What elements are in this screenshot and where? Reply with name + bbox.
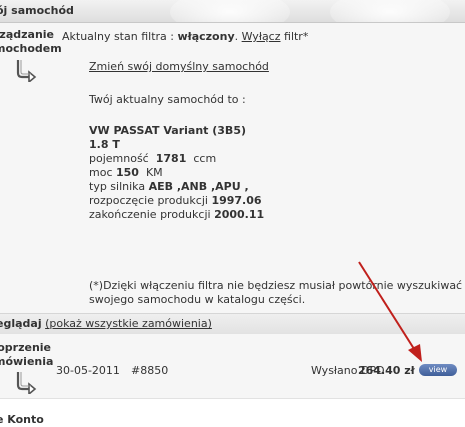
section-header: ój samochód: [0, 0, 465, 23]
label-line: mówienia: [0, 355, 54, 368]
section-title: ój samochód: [0, 4, 74, 17]
car-management-label: rządzanie mochodem: [0, 28, 62, 56]
annotation-arrow-icon: [358, 261, 422, 362]
car-model: VW PASSAT Variant (3B5): [89, 124, 247, 137]
car-production-end: zakończenie produkcji 2000.11: [89, 208, 264, 222]
engine-type-value: AEB ,ANB ,APU ,: [148, 180, 249, 193]
order-date: 30-05-2011: [56, 364, 120, 377]
orders-label: oprzenie mówienia: [0, 341, 54, 369]
label-line: mochodem: [0, 42, 62, 55]
filter-prefix: Aktualny stan filtra :: [62, 30, 178, 43]
header-decoration: [170, 0, 290, 22]
production-start-value: 1997.06: [211, 194, 262, 207]
car-capacity: pojemność 1781 ccm: [89, 152, 216, 166]
capacity-label: pojemność: [89, 152, 149, 165]
curved-arrow-right-icon: [16, 372, 37, 394]
curved-arrow-right-icon: [16, 60, 37, 82]
label-line: oprzenie: [0, 341, 51, 354]
filter-toggle-link[interactable]: Wyłącz: [242, 30, 281, 43]
power-unit: KM: [145, 166, 163, 179]
account-section: [0, 399, 465, 421]
capacity-unit: ccm: [193, 152, 217, 165]
car-power: moc 150 KM: [89, 166, 163, 180]
car-engine: 1.8 T: [89, 138, 120, 151]
order-number: #8850: [131, 364, 169, 377]
account-section-label: e Konto: [0, 413, 44, 426]
power-value: 150: [116, 166, 139, 179]
filter-state: włączony: [177, 30, 235, 43]
show-all-orders-link[interactable]: (pokaż wszystkie zamówienia): [45, 317, 212, 330]
label-line: rządzanie: [0, 28, 55, 41]
filter-dot: .: [234, 30, 242, 43]
filter-note-line: swojego samochodu w katalogu części.: [89, 293, 306, 306]
production-end-value: 2000.11: [214, 208, 265, 221]
filter-status-line: Aktualny stan filtra : włączony. Wyłącz …: [62, 30, 308, 44]
current-car-intro: Twój aktualny samochód to :: [89, 93, 246, 106]
filter-suffix: filtr*: [280, 30, 309, 43]
car-production-start: rozpoczęcie produkcji 1997.06: [89, 194, 262, 208]
car-engine-type: typ silnika AEB ,ANB ,APU ,: [89, 180, 249, 194]
orders-bar-content: eglądaj (pokaż wszystkie zamówienia): [0, 317, 212, 331]
production-start-label: rozpoczęcie produkcji: [89, 194, 208, 207]
change-car-link[interactable]: Zmień swój domyślny samochód: [89, 60, 269, 74]
engine-type-label: typ silnika: [89, 180, 146, 193]
orders-bar-label: eglądaj: [0, 317, 42, 330]
production-end-label: zakończenie produkcji: [89, 208, 211, 221]
capacity-value: 1781: [155, 152, 187, 165]
power-label: moc: [89, 166, 113, 179]
header-decoration: [330, 0, 450, 22]
